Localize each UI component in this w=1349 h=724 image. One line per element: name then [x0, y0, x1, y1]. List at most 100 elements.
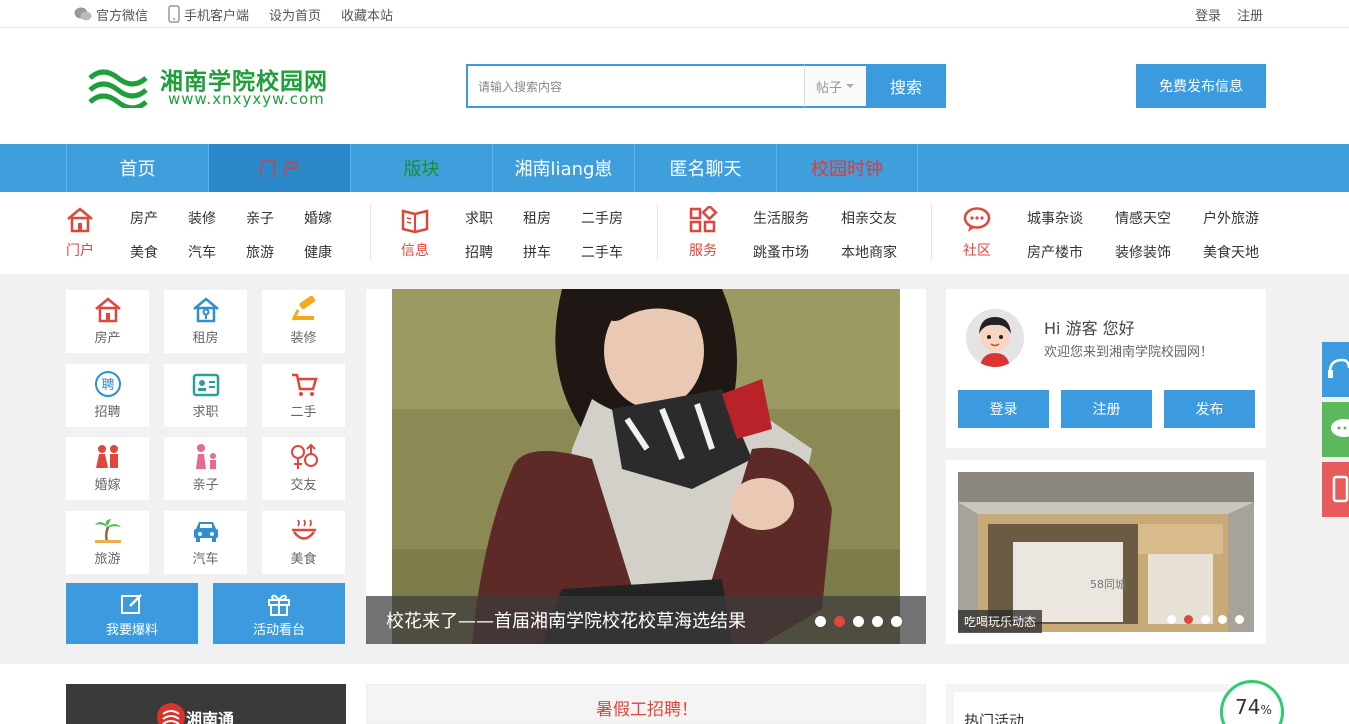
- tile-label: 交友: [290, 478, 317, 493]
- publish-info-button[interactable]: 免费发布信息: [1136, 64, 1266, 108]
- category-divider: [370, 204, 371, 260]
- tile-rent[interactable]: 租房: [164, 290, 247, 353]
- category-link[interactable]: 美食天地: [1203, 242, 1259, 262]
- progress-value: 74%: [1235, 695, 1272, 719]
- category-portal: 门户 房产 装修 亲子 婚嫁 美食 汽车 旅游 健康: [64, 192, 364, 274]
- avatar: [966, 309, 1024, 367]
- category-link[interactable]: 美食: [130, 242, 158, 262]
- summer-job-title[interactable]: 暑假工招聘！: [367, 695, 927, 720]
- tile-travel[interactable]: 旅游: [66, 511, 149, 574]
- nav-liangzai[interactable]: 湘南liang崽: [492, 144, 634, 192]
- category-service-entry[interactable]: 服务: [687, 204, 719, 260]
- search-input[interactable]: 请输入搜索内容: [466, 64, 804, 108]
- category-link[interactable]: 相亲交友: [841, 208, 897, 228]
- nav-anonymous-chat[interactable]: 匿名聊天: [634, 144, 776, 192]
- activities-button[interactable]: 活动看台: [213, 583, 345, 644]
- tile-job-seek[interactable]: 求职: [164, 364, 247, 427]
- category-community-label: 社区: [963, 243, 991, 259]
- category-community-entry[interactable]: 社区: [961, 206, 993, 260]
- slider-dot[interactable]: [872, 616, 883, 627]
- xiangnantong-banner[interactable]: 湘南通: [66, 684, 346, 724]
- category-link[interactable]: 汽车: [188, 242, 216, 262]
- tile-dating[interactable]: 交友: [262, 437, 345, 500]
- category-link[interactable]: 跳蚤市场: [753, 242, 809, 262]
- category-link[interactable]: 房产: [130, 208, 158, 228]
- category-portal-entry[interactable]: 门户: [64, 206, 96, 260]
- tile-parenting[interactable]: 亲子: [164, 437, 247, 500]
- nav-home[interactable]: 首页: [66, 144, 208, 192]
- mobile-client-link[interactable]: 手机客户端: [168, 5, 249, 24]
- category-link[interactable]: 本地商家: [841, 242, 897, 262]
- nav-forum[interactable]: 版块: [350, 144, 492, 192]
- tile-real-estate[interactable]: 房产: [66, 290, 149, 353]
- tile-second-hand[interactable]: 二手: [262, 364, 345, 427]
- gift-icon: [268, 594, 290, 616]
- category-info-entry[interactable]: 信息: [399, 206, 431, 260]
- ad-slider[interactable]: 58同城 吃喝玩乐动态: [946, 460, 1266, 644]
- category-link[interactable]: 装修装饰: [1115, 242, 1171, 262]
- login-button[interactable]: 登录: [958, 390, 1049, 428]
- category-link[interactable]: 租房: [523, 208, 551, 228]
- tile-food[interactable]: 美食: [262, 511, 345, 574]
- desk-image: [958, 472, 1254, 632]
- tile-car[interactable]: 汽车: [164, 511, 247, 574]
- category-link[interactable]: 城事杂谈: [1027, 208, 1083, 228]
- top-register-link[interactable]: 注册: [1237, 5, 1263, 24]
- float-qq-button[interactable]: [1322, 342, 1349, 397]
- float-wechat-button[interactable]: [1322, 402, 1349, 457]
- register-button[interactable]: 注册: [1061, 390, 1152, 428]
- category-link[interactable]: 情感天空: [1115, 208, 1171, 228]
- slider-dot-active[interactable]: [834, 616, 845, 627]
- tile-renovation[interactable]: 装修: [262, 290, 345, 353]
- chat-icon: [1331, 419, 1349, 437]
- slider-dot[interactable]: [1218, 615, 1227, 624]
- category-link[interactable]: 求职: [465, 208, 493, 228]
- bowl-icon: [291, 519, 316, 540]
- slider-dot[interactable]: [1201, 615, 1210, 624]
- category-link[interactable]: 健康: [304, 242, 332, 262]
- category-link[interactable]: 二手房: [581, 208, 623, 228]
- xiangnantong-logo-icon: [157, 703, 185, 724]
- report-news-button[interactable]: 我要爆料: [66, 583, 198, 644]
- post-button[interactable]: 发布: [1164, 390, 1255, 428]
- search-button[interactable]: 搜索: [866, 64, 946, 108]
- mobile-label: 手机客户端: [184, 8, 250, 24]
- set-homepage-link[interactable]: 设为首页: [269, 5, 321, 24]
- house-key-icon: [192, 297, 219, 323]
- category-link[interactable]: 旅游: [246, 242, 274, 262]
- category-link[interactable]: 二手车: [581, 242, 623, 262]
- caret-down-icon: [846, 84, 854, 88]
- tile-label: 房产: [94, 331, 121, 346]
- category-link[interactable]: 房产楼市: [1027, 242, 1083, 262]
- featured-slider[interactable]: 校花来了——首届湘南学院校花校草海选结果: [366, 289, 926, 644]
- wechat-link[interactable]: 官方微信: [74, 5, 148, 24]
- slider-dot[interactable]: [1235, 615, 1244, 624]
- category-link[interactable]: 生活服务: [753, 208, 809, 228]
- add-favorite-link[interactable]: 收藏本站: [341, 5, 393, 24]
- tile-recruit[interactable]: 聘 招聘: [66, 364, 149, 427]
- category-link[interactable]: 亲子: [246, 208, 274, 228]
- category-link[interactable]: 招聘: [465, 242, 493, 262]
- nav-campus-clock[interactable]: 校园时钟: [776, 144, 918, 192]
- search-type-select[interactable]: 帖子: [804, 64, 866, 108]
- edit-icon: [121, 594, 142, 614]
- recruit-icon: 聘: [94, 371, 121, 397]
- category-link[interactable]: 婚嫁: [304, 208, 332, 228]
- tile-wedding[interactable]: 婚嫁: [66, 437, 149, 500]
- category-link[interactable]: 户外旅游: [1203, 208, 1259, 228]
- slider-dot[interactable]: [815, 616, 826, 627]
- parent-child-icon: [195, 444, 216, 469]
- palm-tree-icon: [94, 519, 121, 543]
- slider-dot[interactable]: [891, 616, 902, 627]
- tile-label: 旅游: [94, 552, 121, 567]
- greeting-text: Hi 游客 您好: [1044, 319, 1135, 338]
- category-link[interactable]: 装修: [188, 208, 216, 228]
- site-logo[interactable]: 湘南学院校园网 www.xnxyxyw.com: [88, 62, 338, 112]
- category-link[interactable]: 拼车: [523, 242, 551, 262]
- slider-dot-active[interactable]: [1184, 615, 1193, 624]
- slider-dot[interactable]: [853, 616, 864, 627]
- nav-portal[interactable]: 门 户: [208, 144, 350, 192]
- top-login-link[interactable]: 登录: [1195, 5, 1221, 24]
- float-phone-button[interactable]: [1322, 462, 1349, 517]
- slider-dot[interactable]: [1167, 615, 1176, 624]
